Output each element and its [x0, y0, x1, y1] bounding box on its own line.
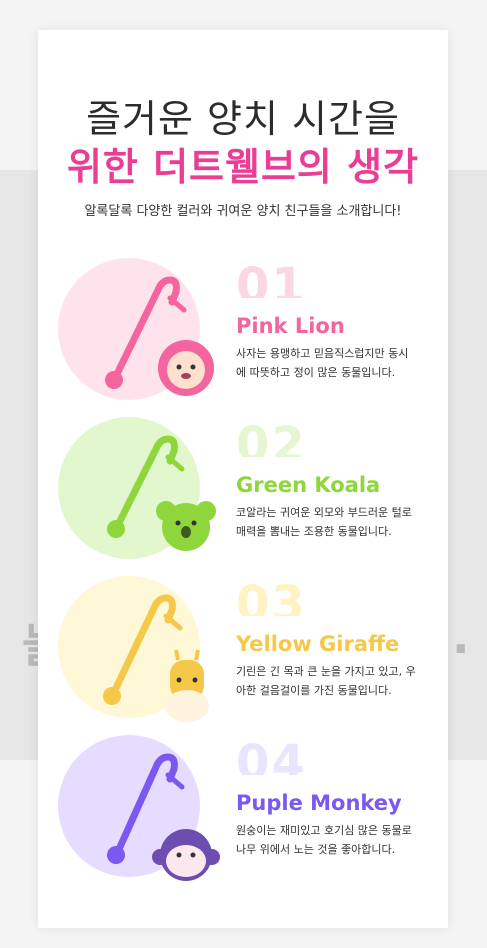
- description-line-1: 원숭이는 재미있고 호기심 많은 동물로: [236, 824, 412, 837]
- purple-monkey-floss-illustration: [107, 753, 220, 881]
- description-line-2: 나무 위에서 노는 것을 좋아합니다.: [236, 843, 396, 856]
- item-description: 코알라는 귀여운 외모와 부드러운 털로 매력을 뽐내는 조용한 동물입니다.: [236, 503, 426, 541]
- green-koala-floss-illustration: [107, 435, 216, 551]
- item-description: 사자는 용맹하고 믿음직스럽지만 동시 에 따뜻하고 정이 많은 동물입니다.: [236, 344, 426, 382]
- description-line-2: 에 따뜻하고 정이 많은 동물입니다.: [236, 366, 396, 379]
- description-line-1: 사자는 용맹하고 믿음직스럽지만 동시: [236, 347, 409, 360]
- mini-head: [107, 520, 125, 538]
- item-puple-monkey: 04 Puple Monkey 원숭이는 재미있고 호기심 많은 동물로 나무 …: [38, 735, 448, 885]
- item-description: 원숭이는 재미있고 호기심 많은 동물로 나무 위에서 노는 것을 좋아합니다.: [236, 821, 426, 859]
- item-number: 01: [236, 262, 307, 298]
- lion-face-icon: [167, 351, 205, 389]
- item-number: 03: [236, 580, 307, 616]
- description-line-2: 아한 걸음걸이를 가진 동물입니다.: [236, 684, 392, 697]
- item-name: Green Koala: [236, 473, 381, 497]
- item-green-koala: 02 Green Koala 코알라는 귀여운 외모와 부드러운 털로 매력을 …: [38, 417, 448, 567]
- item-pink-lion: 01 Pink Lion 사자는 용맹하고 믿음직스럽지만 동시 에 따뜻하고 …: [38, 258, 448, 408]
- item-name: Pink Lion: [236, 314, 345, 338]
- heading-line-1: 즐거운 양치 시간을: [86, 97, 400, 141]
- mini-head: [103, 687, 121, 705]
- background-right-glyph: .: [452, 610, 470, 664]
- mini-head: [107, 846, 125, 864]
- description-line-1: 코알라는 귀여운 외모와 부드러운 털로: [236, 506, 412, 519]
- heading-line-2: 위한 더트웰브의 생각: [66, 145, 420, 189]
- description-line-2: 매력을 뽐내는 조용한 동물입니다.: [236, 525, 392, 538]
- pink-lion-floss-illustration: [105, 276, 214, 396]
- item-number: 04: [236, 739, 307, 775]
- item-yellow-giraffe: 03 Yellow Giraffe 기린은 긴 목과 큰 눈을 가지고 있고, …: [38, 576, 448, 726]
- yellow-giraffe-floss-illustration: [103, 594, 209, 722]
- subtitle: 알록달록 다양한 컬러와 귀여운 양치 친구들을 소개합니다!: [84, 204, 402, 219]
- item-name: Yellow Giraffe: [236, 632, 400, 656]
- description-line-1: 기린은 긴 목과 큰 눈을 가지고 있고, 우: [236, 665, 416, 678]
- item-description: 기린은 긴 목과 큰 눈을 가지고 있고, 우 아한 걸음걸이를 가진 동물입니…: [236, 662, 426, 700]
- item-name: Puple Monkey: [236, 791, 402, 815]
- mini-head: [105, 371, 123, 389]
- item-number: 02: [236, 421, 307, 457]
- product-card: 즐거운 양치 시간을 위한 더트웰브의 생각 알록달록 다양한 컬러와 귀여운 …: [38, 30, 448, 928]
